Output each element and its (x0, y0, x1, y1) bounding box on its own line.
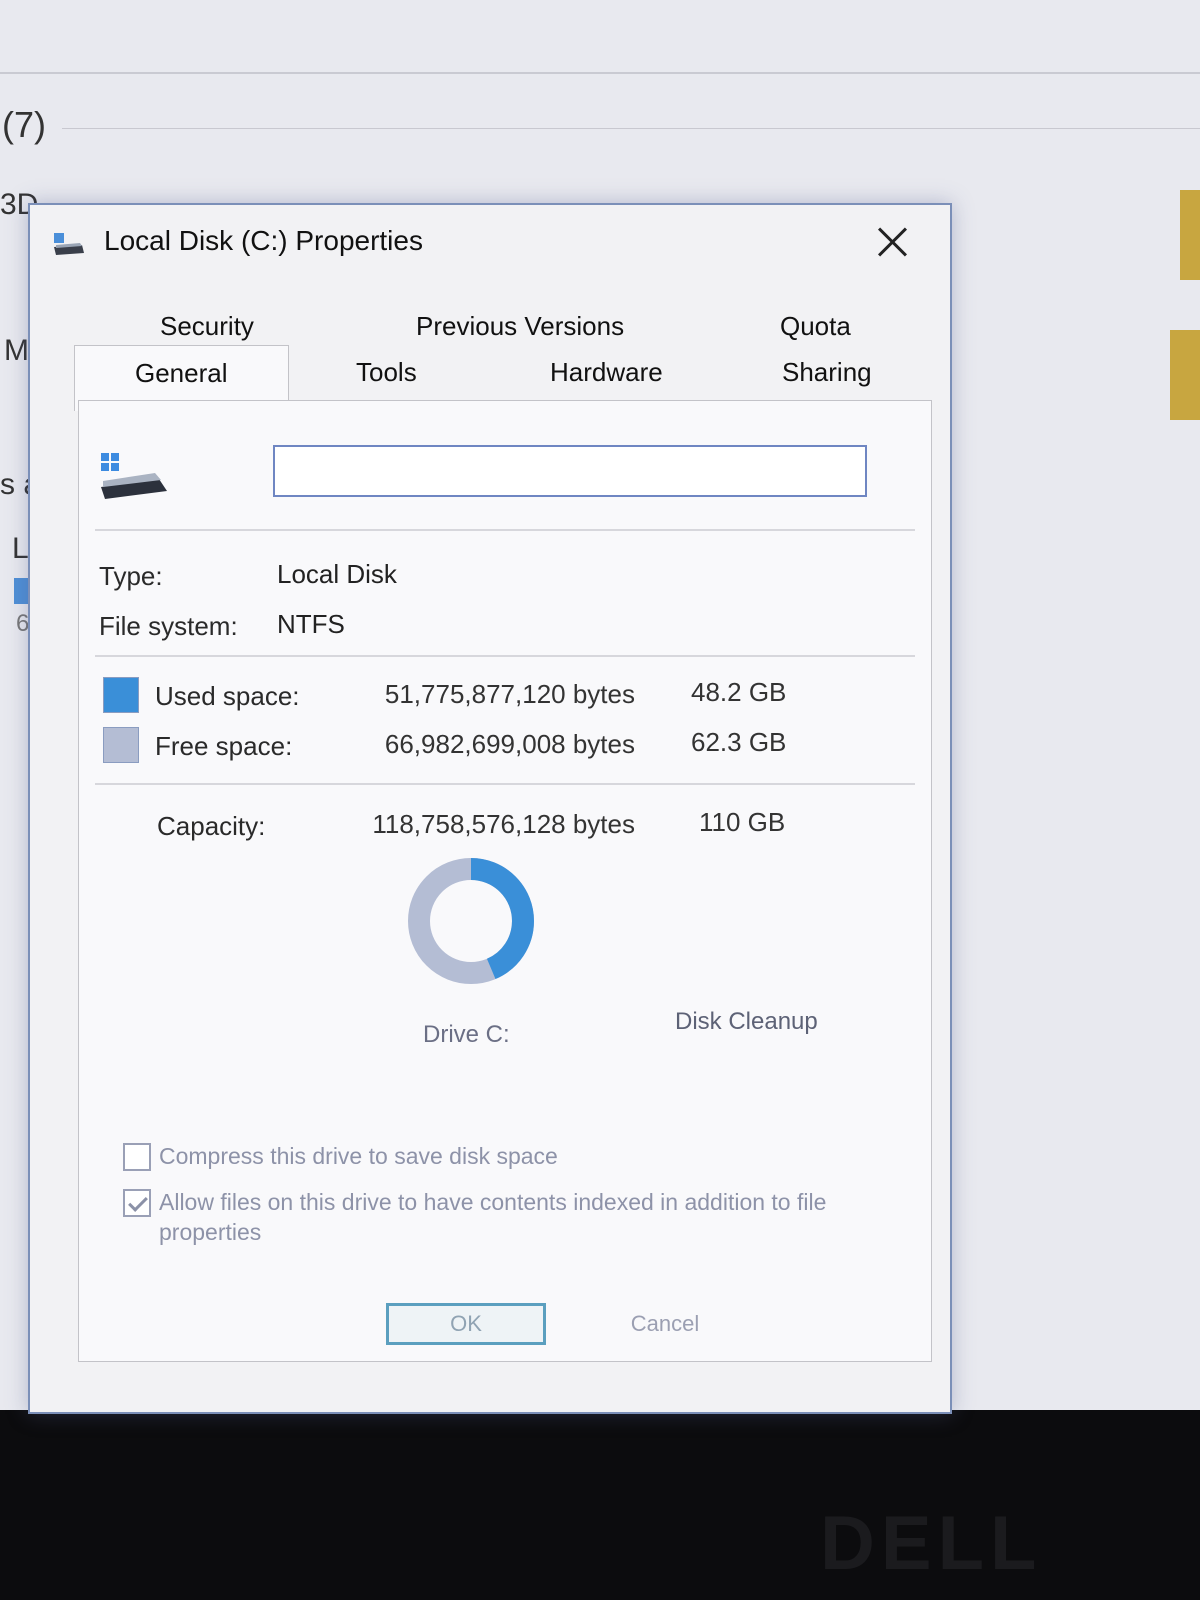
general-tab-panel: Type: Local Disk File system: NTFS Used … (78, 400, 932, 1362)
compress-label: Compress this drive to save disk space (159, 1143, 558, 1169)
capacity-label: Capacity: (157, 811, 266, 841)
tab-quota[interactable]: Quota (774, 309, 857, 344)
used-space-label: Used space: (155, 681, 300, 711)
close-button[interactable] (870, 219, 916, 265)
background-group-count: (7) (2, 104, 46, 145)
drive-caption: Drive C: (423, 1021, 510, 1048)
tab-sharing[interactable]: Sharing (776, 355, 878, 390)
tab-tools[interactable]: Tools (350, 355, 423, 390)
type-value: Local Disk (277, 559, 397, 589)
file-system-label: File system: (99, 611, 238, 641)
free-space-gb: 62.3 GB (691, 727, 787, 757)
tab-strip: Security Previous Versions Quota General… (54, 275, 930, 411)
dialog-title: Local Disk (C:) Properties (104, 225, 423, 256)
separator (95, 783, 915, 785)
usage-donut-chart (408, 858, 534, 984)
separator (95, 655, 915, 657)
free-space-bytes: 66,982,699,008 bytes (384, 729, 635, 759)
compress-option[interactable]: Compress this drive to save disk space (123, 1141, 558, 1171)
capacity-gb: 110 GB (699, 807, 786, 837)
background-tag (1170, 330, 1200, 420)
background-group-line (62, 128, 1200, 129)
index-option[interactable]: Allow files on this drive to have conten… (123, 1187, 843, 1247)
ok-button[interactable]: OK (386, 1303, 546, 1345)
separator (95, 529, 915, 531)
drive-title-icon (54, 233, 84, 255)
used-space-gb: 48.2 GB (691, 677, 787, 707)
drive-icon (101, 453, 167, 499)
background-divider (0, 72, 1200, 74)
background-tag (1180, 190, 1200, 280)
index-checkbox[interactable] (123, 1189, 151, 1217)
capacity-bytes: 118,758,576,128 bytes (372, 809, 635, 839)
free-space-swatch (103, 727, 139, 763)
index-label: Allow files on this drive to have conten… (159, 1189, 827, 1245)
used-space-bytes: 51,775,877,120 bytes (384, 679, 635, 709)
free-space-label: Free space: (155, 731, 293, 761)
background-fragment: M (4, 334, 29, 367)
tab-security[interactable]: Security (154, 309, 260, 344)
disk-cleanup-button[interactable]: Disk Cleanup (669, 1007, 824, 1037)
volume-label-input[interactable] (273, 445, 867, 497)
cancel-button[interactable]: Cancel (590, 1303, 740, 1345)
file-system-value: NTFS (277, 609, 345, 639)
used-space-swatch (103, 677, 139, 713)
properties-dialog: Local Disk (C:) Properties Security Prev… (28, 203, 952, 1414)
compress-checkbox[interactable] (123, 1143, 151, 1171)
tab-previous-versions[interactable]: Previous Versions (410, 309, 630, 344)
tab-hardware[interactable]: Hardware (544, 355, 669, 390)
type-label: Type: (99, 561, 163, 591)
bezel-logo: DELL (820, 1501, 1043, 1586)
